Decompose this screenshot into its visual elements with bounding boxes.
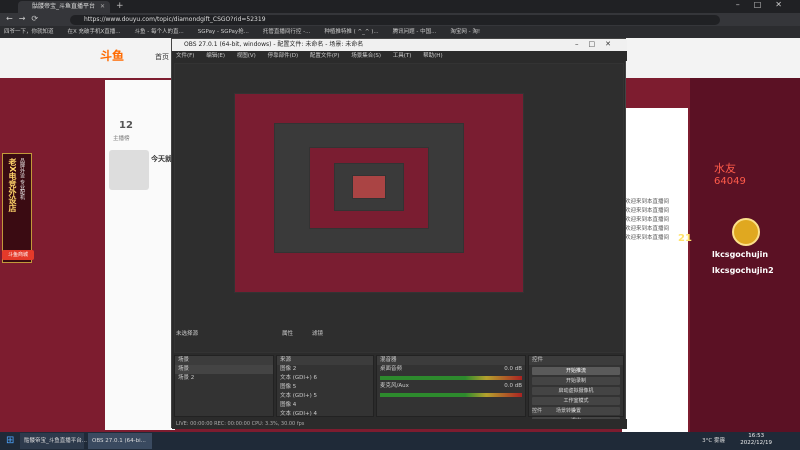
site-logo[interactable]: 斗鱼 (100, 47, 124, 64)
taskbar-item-obs[interactable]: OBS 27.0.1 (64-bi... (88, 433, 152, 449)
filters-button[interactable]: 滤镜 (312, 329, 323, 337)
right-panel: 欢迎来到本直播间 欢迎来到本直播间 欢迎来到本直播间 欢迎来到本直播间 欢迎来到… (622, 108, 688, 432)
obs-preview[interactable] (174, 63, 624, 353)
bookmark-item[interactable]: SGPay - SGPay抢... (198, 29, 249, 35)
streamer-label: 今天就 (151, 155, 172, 163)
promo-tag[interactable]: 斗鱼商城 (2, 250, 34, 260)
no-source-label: 未选择源 (176, 331, 199, 337)
source-item[interactable]: 图像 2 (277, 365, 373, 374)
obs-window-controls[interactable]: –□✕ (575, 40, 621, 48)
bookmark-item[interactable]: 腾讯问题 - 中国... (393, 29, 437, 35)
bookmark-item[interactable]: 托管直播间行控 -... (263, 29, 310, 35)
promo-banner[interactable]: 老X电竞外设店 品牌外设 专业配机 (2, 153, 32, 263)
close-tab-icon[interactable]: ✕ (100, 3, 105, 10)
new-tab-icon[interactable]: + (116, 1, 124, 11)
browser-tab[interactable]: 骷髅帝宝_斗鱼直播平台 (18, 1, 110, 13)
menu-help[interactable]: 帮助(H) (423, 53, 442, 59)
sources-dock-title: 来源 (277, 356, 373, 365)
scenes-dock-title: 场景 (175, 356, 273, 365)
tab-transitions[interactable]: 场景转换 (556, 407, 576, 414)
badge-number: 21 (678, 233, 692, 244)
preview-recursion-5 (352, 175, 386, 199)
mixer-dock: 混音器 桌面音频 0.0 dB 麦克风/Aux 0.0 dB (376, 355, 526, 417)
obs-window: OBS 27.0.1 (64-bit, windows) - 配置文件: 未命名… (171, 38, 627, 429)
bookmark-item[interactable]: 淘宝网 - 淘! (450, 29, 480, 35)
bookmark-item[interactable]: 种植推特推 ( ^_^ )... (324, 29, 378, 35)
mixer-meter-desktop[interactable] (380, 376, 522, 380)
url-input[interactable]: https://www.douyu.com/topic/diamondgift_… (70, 15, 720, 25)
chat-line: 欢迎来到本直播间 (625, 208, 670, 214)
source-item[interactable]: 图像 4 (277, 401, 373, 410)
left-panel: 12 主播榜 今天就 (105, 80, 175, 430)
menu-edit[interactable]: 编辑(E) (206, 53, 225, 59)
menu-docks[interactable]: 停靠部件(D) (268, 53, 299, 59)
site-nav-home[interactable]: 首页 (155, 52, 169, 62)
far-right-overlay: 水友 64049 lkcsgochujin lkcsgochujin2 (690, 78, 800, 432)
properties-button[interactable]: 属性 (282, 329, 293, 337)
clock-date: 2022/12/19 (740, 440, 772, 446)
clock-time: 16:53 (748, 433, 765, 439)
controls-dock-title: 控件 (529, 356, 623, 365)
bookmark-item[interactable]: 在X 充破手机X直播... (68, 29, 121, 35)
taskbar-item-browser[interactable]: 骷髅帝宝_斗鱼直播平台... (20, 433, 87, 449)
watermark-2: lkcsgochujin2 (712, 266, 774, 275)
studio-mode-button[interactable]: 工作室模式 (532, 397, 620, 405)
obs-menu-bar: 文件(F) 编辑(E) 视图(V) 停靠部件(D) 配置文件(P) 场景集合(S… (172, 51, 627, 61)
virtual-camera-button[interactable]: 启动虚拟摄像机 (532, 387, 620, 395)
nav-buttons[interactable]: ←→⟳ (6, 14, 44, 23)
streamer-avatar[interactable] (109, 150, 149, 190)
bookmark-item[interactable]: 斗鱼 - 每个人的直... (135, 29, 184, 35)
source-item[interactable]: 图像 5 (277, 383, 373, 392)
scene-item[interactable]: 场景 2 (175, 374, 273, 383)
start-streaming-button[interactable]: 开始推流 (532, 367, 620, 375)
mixer-dock-title: 混音器 (377, 356, 525, 365)
mixer-meter-mic[interactable] (380, 393, 522, 397)
mixer-channel-mic: 麦克风/Aux 0.0 dB (380, 383, 522, 389)
bookmark-item[interactable]: 四爷一下，你就知道 (4, 29, 54, 35)
menu-file[interactable]: 文件(F) (176, 53, 194, 59)
chat-line: 欢迎来到本直播间 (625, 199, 670, 205)
obs-status-bar: LIVE: 00:00:00 REC: 00:00:00 CPU: 3.3%, … (172, 419, 627, 429)
source-item[interactable]: 文本 (GDI+) 6 (277, 374, 373, 383)
source-item[interactable]: 文本 (GDI+) 5 (277, 392, 373, 401)
system-clock[interactable]: 16:53 2022/12/19 (740, 433, 772, 447)
source-item[interactable]: 文本 (GDI+) 4 (277, 410, 373, 419)
trophy-icon (732, 218, 760, 246)
start-recording-button[interactable]: 开始录制 (532, 377, 620, 385)
tab-controls[interactable]: 控件 (532, 407, 542, 414)
watermark-1: lkcsgochujin (712, 250, 769, 259)
right-name: 水友 (714, 162, 736, 175)
rank-count: 12 (119, 120, 133, 131)
menu-scene-collection[interactable]: 场景集合(S) (351, 53, 381, 59)
scenes-dock: 场景 场景 场景 2 (174, 355, 274, 417)
weather-widget[interactable]: 3°C 雾霾 (702, 436, 725, 444)
menu-view[interactable]: 视图(V) (237, 53, 256, 59)
menu-profile[interactable]: 配置文件(P) (310, 53, 340, 59)
obs-title-bar: OBS 27.0.1 (64-bit, windows) - 配置文件: 未命名… (172, 39, 627, 51)
rank-caption: 主播榜 (113, 136, 130, 142)
promo-text-2: 品牌外设 专业配机 (19, 158, 25, 200)
chat-line: 欢迎来到本直播间 (625, 217, 670, 223)
mixer-channel-desktop: 桌面音频 0.0 dB (380, 366, 522, 372)
windows-start-icon[interactable]: ⊞ (6, 435, 14, 446)
scene-item[interactable]: 场景 (175, 365, 273, 374)
right-number: 64049 (714, 176, 746, 187)
promo-text-1: 老X电竞外设店 (8, 158, 17, 213)
bookmarks-bar: 四爷一下，你就知道 在X 充破手机X直播... 斗鱼 - 每个人的直... SGPay… (0, 26, 800, 38)
sources-dock: 来源 图像 2 文本 (GDI+) 6 图像 5 文本 (GDI+) 5 图像 … (276, 355, 374, 417)
window-controls[interactable]: –□✕ (736, 0, 796, 9)
menu-tools[interactable]: 工具(T) (393, 53, 412, 59)
